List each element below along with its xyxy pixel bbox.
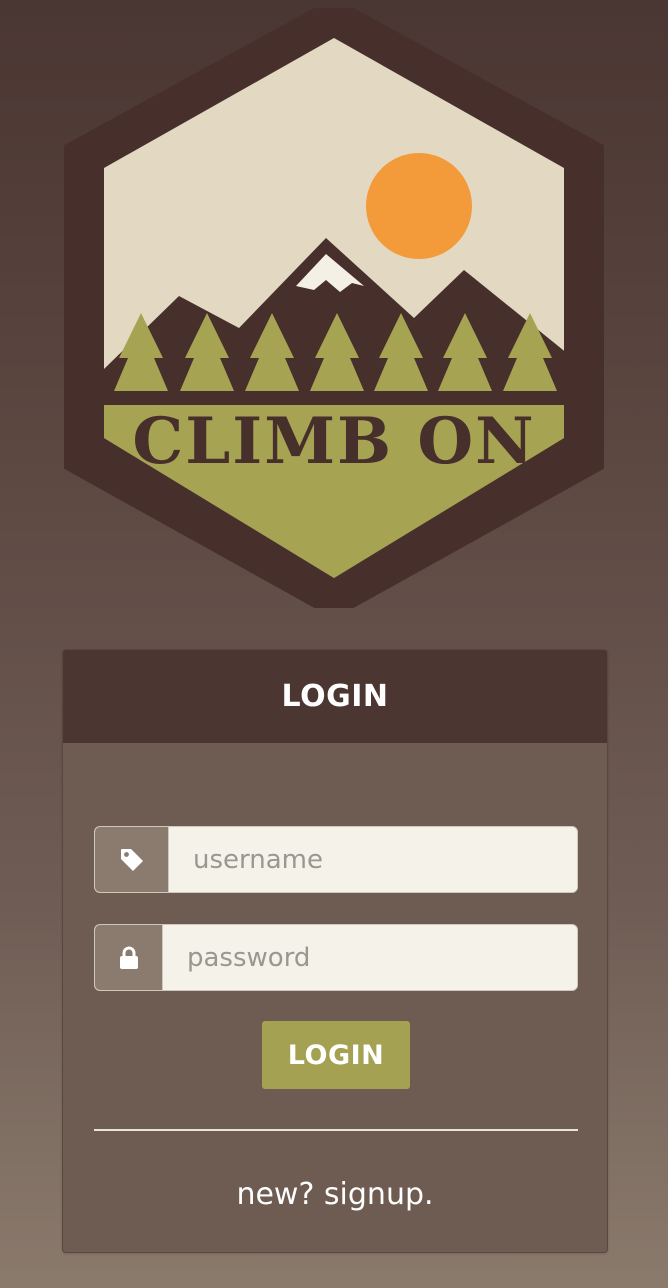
login-button[interactable]: LOGIN [262,1021,410,1089]
lock-icon [95,925,163,990]
username-field [94,826,578,893]
panel-header: LOGIN [63,650,607,743]
logo-text: CLIMB ON [132,404,535,479]
username-input[interactable] [169,827,577,892]
signup-link[interactable]: new? signup. [63,1177,607,1212]
logo-graphic: CLIMB ON [64,8,604,608]
logo-ground-line [104,391,564,405]
login-panel: LOGIN LOGIN new? signup. [62,649,608,1253]
climb-on-logo: CLIMB ON [64,8,604,608]
logo-sun [366,153,472,259]
tag-icon [95,827,169,892]
password-input[interactable] [163,925,577,990]
password-field [94,924,578,991]
panel-title: LOGIN [281,679,389,714]
divider [94,1129,578,1131]
